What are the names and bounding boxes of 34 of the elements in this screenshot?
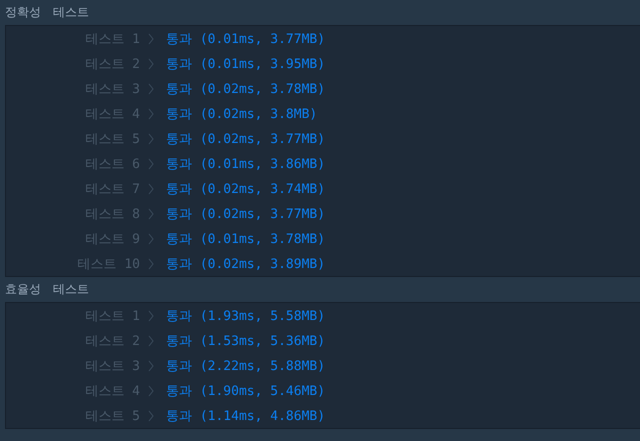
chevron-icon — [148, 310, 154, 322]
test-result: 통과 (0.02ms, 3.8MB) — [166, 106, 318, 122]
test-result: 통과 (1.93ms, 5.58MB) — [166, 308, 326, 324]
section-title: 정확성 — [5, 4, 41, 21]
chevron-icon — [148, 208, 154, 220]
test-result: 통과 (1.90ms, 5.46MB) — [166, 382, 326, 400]
test-result: 통과 (0.02ms, 3.77MB) — [166, 206, 326, 222]
chevron-icon — [148, 258, 154, 270]
chevron-icon — [148, 384, 154, 396]
chevron-icon — [148, 410, 154, 422]
chevron-icon — [148, 360, 154, 372]
test-result: 통과 (1.14ms, 4.86MB) — [166, 408, 326, 424]
chevron-icon — [148, 182, 154, 194]
test-result: 통과 (0.02ms, 3.77MB) — [166, 130, 326, 148]
chevron-icon — [148, 82, 154, 94]
test-result: 통과 (0.02ms, 3.78MB) — [166, 80, 326, 98]
chevron-icon — [148, 132, 154, 144]
test-result: 통과 (0.01ms, 3.77MB) — [166, 30, 326, 48]
chevron-icon — [148, 334, 154, 346]
test-result: 통과 (2.22ms, 5.88MB) — [166, 358, 326, 374]
section-title: 효율성 — [5, 281, 41, 298]
test-result: 통과 (0.01ms, 3.95MB) — [166, 56, 326, 72]
chevron-icon — [148, 232, 154, 244]
section-subtitle: 테스트 — [53, 281, 89, 298]
chevron-icon — [148, 108, 154, 120]
section-subtitle: 테스트 — [53, 4, 89, 21]
test-result: 통과 (0.01ms, 3.78MB) — [166, 230, 326, 248]
chevron-icon — [148, 58, 154, 70]
test-result: 통과 (0.02ms, 3.74MB) — [166, 180, 326, 198]
test-result: 통과 (0.02ms, 3.89MB) — [166, 256, 326, 272]
chevron-icon — [148, 158, 154, 170]
test-result: 통과 (0.01ms, 3.86MB) — [166, 156, 326, 172]
chevron-icon — [148, 32, 154, 44]
test-result: 통과 (1.53ms, 5.36MB) — [166, 332, 326, 350]
